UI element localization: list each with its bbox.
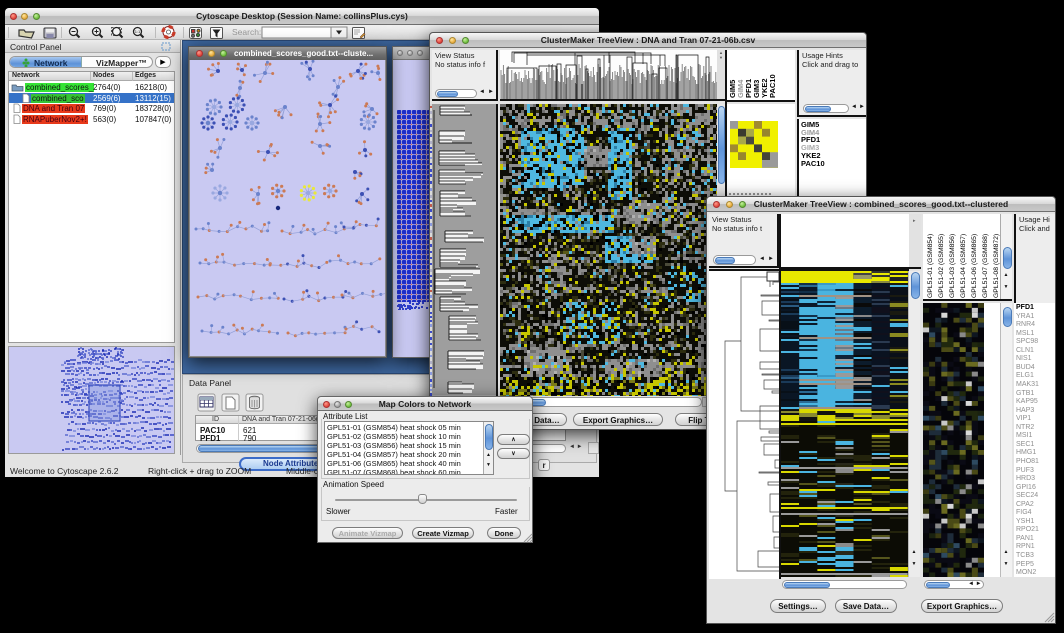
svg-text:PAC10: PAC10 xyxy=(768,74,777,98)
svg-text:Search:: Search: xyxy=(232,27,261,37)
svg-text:GPL51-04 (GSM857): GPL51-04 (GSM857) xyxy=(960,234,967,298)
svg-text:GPL51-06 (GSM865): GPL51-06 (GSM865) xyxy=(971,234,978,298)
svg-text:GPL51-08 (GSM872): GPL51-08 (GSM872) xyxy=(993,234,1000,298)
svg-text:GPL51-01 (GSM854): GPL51-01 (GSM854) xyxy=(927,234,934,298)
svg-text:GPL51-02 (GSM855): GPL51-02 (GSM855) xyxy=(938,234,945,298)
svg-text:GPL51-07 (GSM868): GPL51-07 (GSM868) xyxy=(982,234,989,298)
svg-text:1:1: 1:1 xyxy=(135,29,141,34)
svg-text:GPL51-03 (GSM856): GPL51-03 (GSM856) xyxy=(949,234,956,298)
